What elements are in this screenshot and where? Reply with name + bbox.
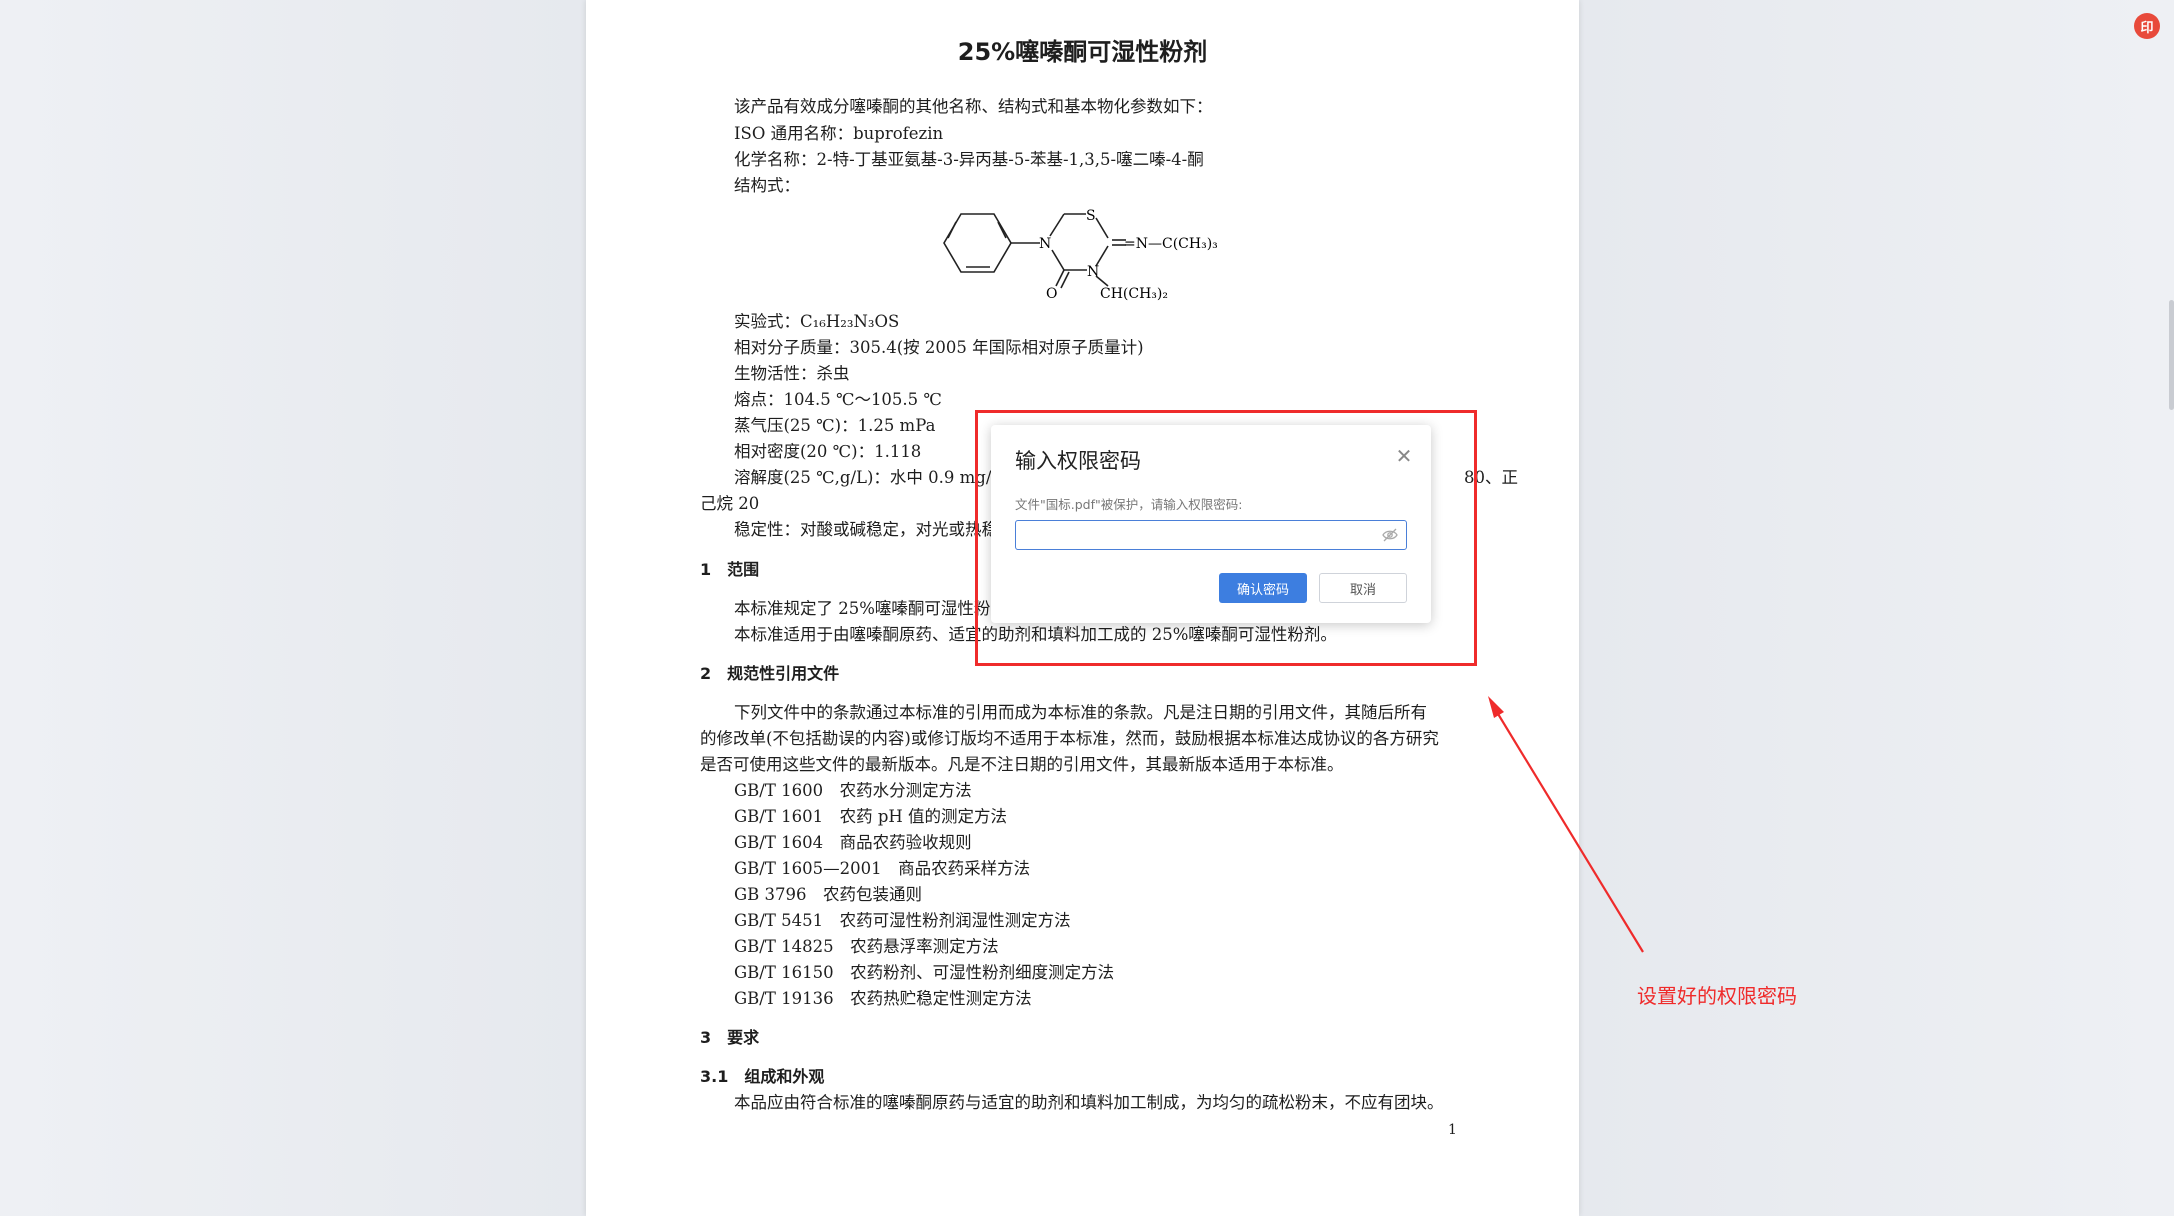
section-3-1-paragraph: 本品应由符合标准的噻嗪酮原药与适宜的助剂和填料加工制成，为均匀的疏松粉末，不应有…	[734, 1093, 1444, 1112]
eye-off-icon[interactable]	[1381, 526, 1399, 544]
dialog-title: 输入权限密码	[1015, 449, 1141, 473]
intro-line: ISO 通用名称：buprofezin	[734, 124, 944, 143]
section-1-paragraph: 本标准规定了 25%噻嗪酮可湿性粉	[734, 599, 991, 618]
section-3-heading: 3 要求	[700, 1028, 760, 1047]
section-3-1-heading: 3.1 组成和外观	[700, 1067, 825, 1086]
viewer-background-right	[1579, 0, 2174, 1216]
reference-item: GB/T 16150 农药粉剂、可湿性粉剂细度测定方法	[734, 963, 1115, 982]
permission-password-dialog: 输入权限密码 ✕ 文件"国标.pdf"被保护，请输入权限密码: 确认密码 取消	[991, 425, 1431, 623]
annotation-label: 设置好的权限密码	[1637, 984, 1797, 1008]
property-line: 蒸气压(25 ℃)：1.25 mPa	[734, 416, 936, 435]
stability-line: 稳定性：对酸或碱稳定，对光或热稳	[734, 520, 998, 539]
substituent-right: =N—C(CH₃)₃	[1124, 236, 1218, 252]
password-input[interactable]	[1015, 520, 1407, 550]
reference-item: GB/T 1601 农药 pH 值的测定方法	[734, 807, 1008, 826]
intro-line: 化学名称：2-特-丁基亚氨基-3-异丙基-5-苯基-1,3,5-噻二嗪-4-酮	[734, 150, 1204, 169]
formula-value: C₁₆H₂₃N₃OS	[800, 312, 900, 331]
formula-line: 实验式：C₁₆H₂₃N₃OS	[734, 312, 899, 332]
section-1-heading: 1 范围	[700, 560, 760, 579]
atom-n2: N	[1087, 264, 1099, 280]
intro-line: 结构式：	[734, 176, 800, 195]
document-title: 25%噻嗪酮可湿性粉剂	[957, 38, 1208, 66]
formula-label: 实验式：	[734, 312, 800, 331]
reference-item: GB/T 1605—2001 商品农药采样方法	[734, 859, 1031, 878]
property-line: 相对密度(20 ℃)：1.118	[734, 442, 922, 461]
reference-item: GB/T 5451 农药可湿性粉剂润湿性测定方法	[734, 911, 1071, 930]
solubility-line: 溶解度(25 ℃,g/L)：水中 0.9 mg/	[734, 468, 992, 487]
reference-item: GB 3796 农药包装通则	[734, 885, 923, 904]
property-line: 生物活性：杀虫	[734, 364, 850, 383]
cancel-button[interactable]: 取消	[1319, 573, 1407, 603]
viewer-background-left	[0, 0, 586, 1216]
vertical-scrollbar[interactable]	[2169, 300, 2174, 410]
atom-n1: N	[1039, 236, 1051, 252]
app-logo-icon[interactable]: 印	[2134, 13, 2160, 39]
property-line: 熔点：104.5 ℃～105.5 ℃	[734, 390, 942, 409]
section-2-paragraph: 是否可使用这些文件的最新版本。凡是不注日期的引用文件，其最新版本适用于本标准。	[700, 755, 1344, 774]
section-2-paragraph: 的修改单(不包括勘误的内容)或修订版均不适用于本标准，然而，鼓励根据本标准达成协…	[700, 729, 1439, 748]
reference-item: GB/T 14825 农药悬浮率测定方法	[734, 937, 999, 956]
reference-item: GB/T 1600 农药水分测定方法	[734, 781, 972, 800]
atom-s: S	[1086, 208, 1096, 224]
reference-item: GB/T 19136 农药热贮稳定性测定方法	[734, 989, 1032, 1008]
substituent-bottom: CH(CH₃)₂	[1100, 286, 1168, 302]
confirm-password-button[interactable]: 确认密码	[1219, 573, 1307, 603]
solubility-line-continued: 己烷 20	[700, 494, 760, 513]
structural-formula: N S N O =N—C(CH₃)₃ CH(CH₃)₂	[943, 208, 1218, 302]
dialog-message: 文件"国标.pdf"被保护，请输入权限密码:	[1015, 497, 1243, 512]
page-number: 1	[1448, 1122, 1457, 1138]
reference-item: GB/T 1604 商品农药验收规则	[734, 833, 972, 852]
annotation-arrow	[1488, 696, 1644, 953]
atom-o: O	[1046, 286, 1057, 302]
close-icon[interactable]: ✕	[1391, 443, 1417, 469]
section-2-paragraph: 下列文件中的条款通过本标准的引用而成为本标准的条款。凡是注日期的引用文件，其随后…	[734, 703, 1427, 722]
section-2-heading: 2 规范性引用文件	[700, 664, 840, 683]
property-line: 相对分子质量：305.4(按 2005 年国际相对原子质量计)	[734, 338, 1144, 357]
intro-line: 该产品有效成分噻嗪酮的其他名称、结构式和基本物化参数如下：	[734, 97, 1213, 116]
